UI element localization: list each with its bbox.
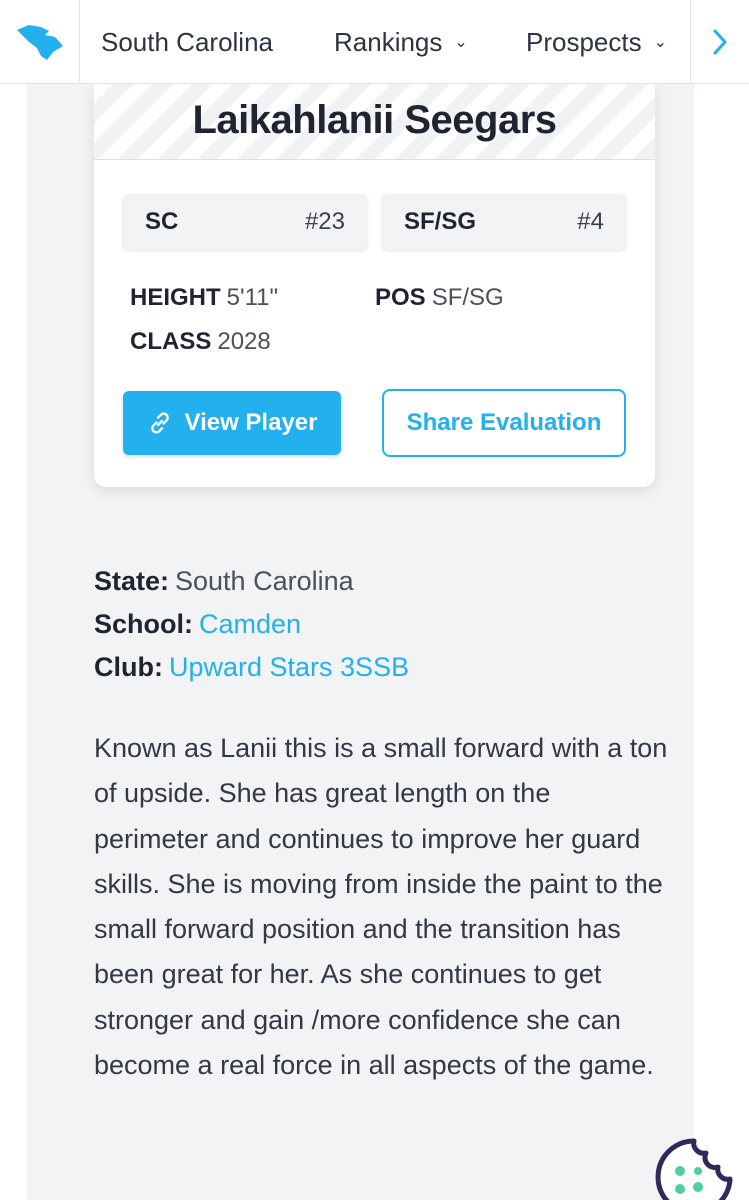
height-attribute: HEIGHT 5'11" — [130, 284, 278, 312]
top-nav: South Carolina Rankings ⌄ Prospects ⌄ — [0, 0, 749, 84]
height-value: 5'11" — [226, 284, 279, 311]
pos-label: POS — [375, 284, 426, 311]
player-card-header: Laikahlanii Seegars — [94, 84, 655, 160]
evaluation-text: Known as Lanii this is a small forward w… — [94, 733, 668, 1081]
link-icon — [150, 412, 169, 434]
share-evaluation-label: Share Evaluation — [406, 409, 602, 436]
nav-south-carolina[interactable]: South Carolina — [101, 0, 273, 84]
south-carolina-state-icon — [16, 25, 63, 60]
logo-link[interactable] — [0, 0, 80, 84]
nav-south-carolina-label: South Carolina — [101, 26, 273, 57]
state-label: State: — [94, 566, 170, 596]
class-value: 2028 — [217, 328, 271, 355]
nav-scroll-right-button[interactable] — [690, 0, 749, 84]
state-abbr: SC — [145, 208, 179, 235]
view-player-label: View Player — [184, 409, 318, 436]
position-attribute: POS SF/SG — [375, 284, 504, 312]
school-link[interactable]: Camden — [199, 609, 301, 639]
chevron-down-icon: ⌄ — [454, 34, 468, 51]
nav-rankings-label: Rankings — [334, 26, 443, 57]
chevron-down-icon: ⌄ — [653, 34, 668, 51]
position-group: SF/SG — [404, 208, 477, 235]
cookie-settings-icon — [655, 1138, 733, 1200]
school-label: School: — [94, 609, 193, 639]
class-attribute: CLASS 2028 — [130, 328, 271, 356]
club-label: Club: — [94, 652, 163, 682]
position-rank-badge: SF/SG #4 — [382, 194, 626, 250]
nav-prospects[interactable]: Prospects ⌄ — [526, 0, 667, 84]
nav-prospects-label: Prospects — [526, 26, 642, 57]
share-evaluation-button[interactable]: Share Evaluation — [382, 389, 626, 457]
chevron-right-icon — [713, 29, 727, 55]
player-card: Laikahlanii Seegars SC #23 SF/SG #4 HEIG… — [94, 84, 655, 487]
state-rank-badge: SC #23 — [123, 194, 367, 250]
state-line: State: South Carolina — [94, 566, 354, 597]
position-rank: #4 — [577, 208, 604, 235]
school-line: School: Camden — [94, 609, 301, 640]
nav-rankings[interactable]: Rankings ⌄ — [334, 0, 468, 84]
height-label: HEIGHT — [130, 284, 221, 311]
player-name: Laikahlanii Seegars — [192, 97, 557, 142]
pos-value: SF/SG — [431, 284, 504, 311]
view-player-button[interactable]: View Player — [123, 391, 341, 455]
state-rank: #23 — [304, 208, 345, 235]
club-line: Club: Upward Stars 3SSB — [94, 652, 409, 683]
state-value: South Carolina — [175, 566, 354, 596]
cookie-settings-button[interactable] — [654, 1137, 734, 1200]
club-link[interactable]: Upward Stars 3SSB — [169, 652, 409, 682]
class-label: CLASS — [130, 328, 212, 355]
